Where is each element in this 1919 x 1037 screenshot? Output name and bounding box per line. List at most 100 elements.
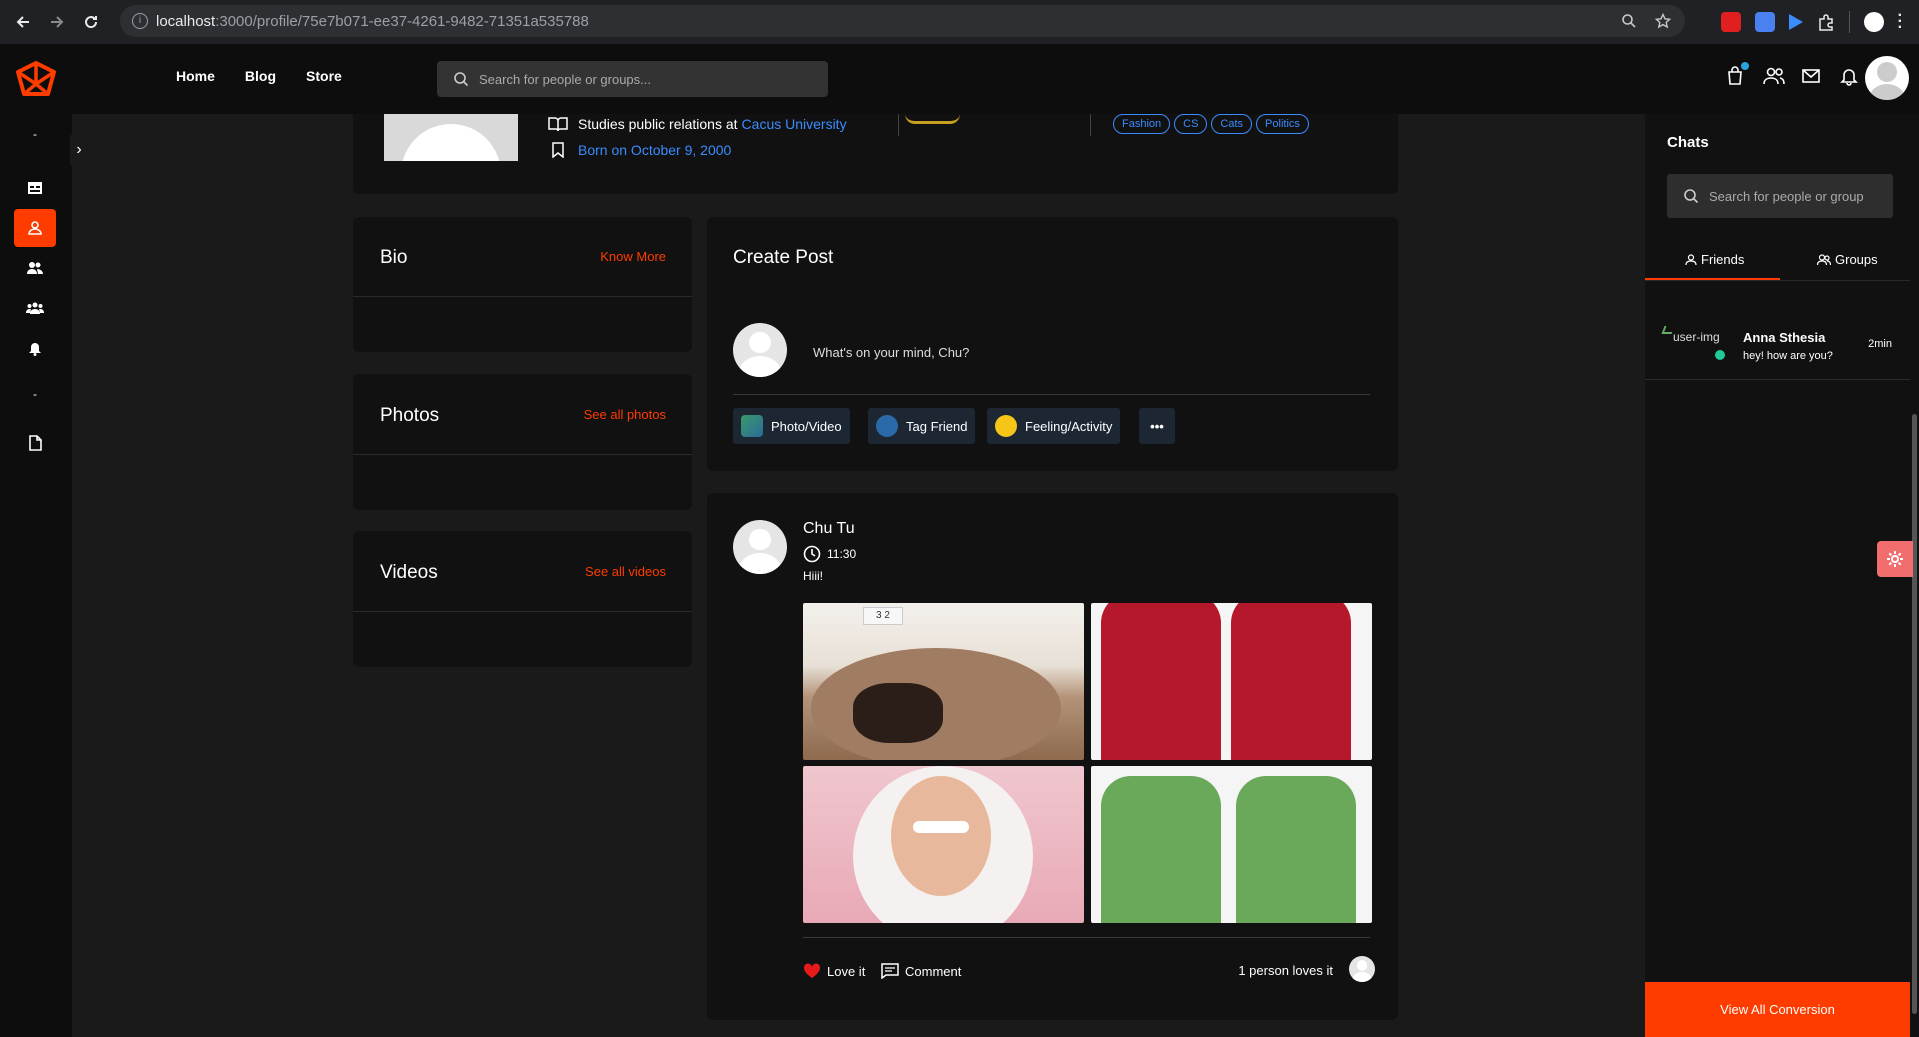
tabs-divider bbox=[1645, 280, 1910, 281]
sidebar-item-newsfeed[interactable] bbox=[14, 169, 56, 207]
app-logo-icon[interactable] bbox=[14, 60, 58, 100]
play-extension-icon[interactable] bbox=[1788, 14, 1803, 30]
love-label: Love it bbox=[827, 963, 866, 979]
chat-last-message: hey! how are you? bbox=[1743, 350, 1833, 362]
comment-label: Comment bbox=[905, 963, 962, 979]
top-nav: Home Blog Store bbox=[176, 68, 342, 84]
school-link[interactable]: Cacus University bbox=[742, 116, 847, 132]
photos-card: Photos See all photos bbox=[353, 374, 692, 510]
search-icon bbox=[1684, 189, 1699, 204]
study-prefix: Studies public relations at bbox=[578, 116, 738, 132]
post-author-name[interactable]: Chu Tu bbox=[803, 520, 855, 538]
more-options-icon[interactable]: ••• bbox=[1139, 408, 1175, 444]
zoom-icon[interactable] bbox=[1621, 13, 1637, 29]
feeling-activity-label: Feeling/Activity bbox=[1025, 418, 1113, 434]
toolbar-divider bbox=[1848, 11, 1850, 33]
extensions-puzzle-icon[interactable] bbox=[1817, 13, 1835, 31]
reload-icon[interactable] bbox=[76, 7, 106, 37]
videos-card: Videos See all videos bbox=[353, 531, 692, 667]
tag-politics[interactable]: Politics bbox=[1256, 114, 1309, 134]
photo-video-label: Photo/Video bbox=[771, 418, 842, 434]
sidebar-toggle-chevron-icon[interactable]: › bbox=[70, 135, 88, 165]
friends-list-icon bbox=[27, 262, 43, 274]
chat-search-placeholder: Search for people or group bbox=[1709, 188, 1864, 204]
divider bbox=[1090, 114, 1091, 136]
post-time-text: 11:30 bbox=[827, 547, 857, 561]
post-card: Chu Tu 11:30 Hiii! 3 2 Love it Comment 1… bbox=[707, 493, 1398, 1020]
site-info-icon[interactable]: i bbox=[132, 13, 148, 29]
tag-fashion[interactable]: Fashion bbox=[1113, 114, 1171, 134]
header-search-input[interactable]: Search for people or groups... bbox=[437, 61, 828, 97]
chat-list-item[interactable]: user-img Anna Sthesia hey! how are you? … bbox=[1645, 310, 1910, 380]
youtube-extension-icon[interactable] bbox=[1720, 12, 1741, 32]
newsfeed-icon bbox=[28, 182, 42, 194]
post-image-green-hoodies[interactable] bbox=[1091, 766, 1372, 923]
shopping-bag-icon[interactable] bbox=[1725, 61, 1750, 86]
back-icon[interactable] bbox=[8, 7, 38, 37]
love-button[interactable]: Love it bbox=[803, 963, 865, 979]
tag-friend-label: Tag Friend bbox=[906, 418, 968, 434]
friends-icon[interactable] bbox=[1763, 66, 1785, 86]
tab-groups[interactable]: Groups bbox=[1817, 252, 1878, 267]
profile-info-card: Studies public relations at Cacus Univer… bbox=[353, 114, 1398, 194]
notification-bell-icon bbox=[29, 343, 41, 356]
sidebar-item-friends[interactable] bbox=[14, 249, 56, 287]
tab-friends[interactable]: Friends bbox=[1685, 252, 1744, 267]
divider bbox=[898, 114, 899, 136]
post-composer-input[interactable]: What's on your mind, Chu? bbox=[813, 345, 969, 360]
tab-groups-label: Groups bbox=[1835, 252, 1878, 267]
sidebar-item-notifications[interactable] bbox=[14, 329, 56, 367]
tab-friends-label: Friends bbox=[1701, 252, 1745, 267]
tag-cats[interactable]: Cats bbox=[1211, 114, 1253, 134]
see-all-photos-link[interactable]: See all photos bbox=[584, 407, 666, 422]
cart-badge bbox=[1740, 61, 1750, 71]
videos-title: Videos bbox=[380, 562, 438, 583]
sidebar-dash-2: - bbox=[33, 387, 37, 401]
user-avatar[interactable] bbox=[1865, 56, 1909, 100]
url-path: :3000/profile/75e7b071-ee37-4261-9482-71… bbox=[215, 12, 589, 30]
bio-title: Bio bbox=[380, 247, 408, 268]
heart-icon bbox=[803, 963, 821, 978]
loves-count[interactable]: 1 person loves it bbox=[1238, 963, 1333, 978]
birthday-text: Born on October 9, 2000 bbox=[578, 142, 732, 158]
nav-home[interactable]: Home bbox=[176, 68, 215, 84]
forward-icon[interactable] bbox=[42, 7, 72, 37]
url-host: localhost bbox=[156, 12, 216, 30]
friend-tab-icon bbox=[1685, 253, 1697, 265]
settings-gear-icon[interactable] bbox=[1877, 541, 1913, 577]
study-info: Studies public relations at Cacus Univer… bbox=[548, 116, 847, 132]
book-icon bbox=[548, 117, 568, 132]
bookmark-star-icon[interactable] bbox=[1655, 13, 1671, 29]
sidebar-item-groups[interactable] bbox=[14, 289, 56, 327]
liker-avatar[interactable] bbox=[1349, 956, 1375, 982]
post-image-red-hoodies[interactable] bbox=[1091, 603, 1372, 760]
composer-avatar bbox=[733, 323, 787, 377]
tag-cs[interactable]: CS bbox=[1174, 114, 1208, 134]
profile-avatar-icon[interactable] bbox=[1863, 12, 1884, 32]
feeling-activity-button[interactable]: Feeling/Activity bbox=[987, 408, 1121, 444]
document-icon bbox=[29, 435, 42, 451]
know-more-link[interactable]: Know More bbox=[600, 249, 666, 264]
address-bar[interactable]: i localhost:3000/profile/75e7b071-ee37-4… bbox=[120, 5, 1685, 37]
nav-store[interactable]: Store bbox=[306, 68, 342, 84]
sidebar-item-documents[interactable] bbox=[14, 424, 56, 462]
chat-user-name: Anna Sthesia bbox=[1743, 330, 1826, 345]
post-image-pink-hoodie[interactable] bbox=[803, 766, 1084, 923]
see-all-videos-link[interactable]: See all videos bbox=[585, 564, 666, 579]
post-image-dog-bed[interactable]: 3 2 bbox=[803, 603, 1084, 760]
tag-friend-button[interactable]: Tag Friend bbox=[868, 408, 976, 444]
bell-icon[interactable] bbox=[1839, 66, 1859, 86]
photo-video-button[interactable]: Photo/Video bbox=[733, 408, 850, 444]
sidebar-item-profile[interactable] bbox=[14, 209, 56, 247]
nav-blog[interactable]: Blog bbox=[245, 68, 276, 84]
header-search-placeholder: Search for people or groups... bbox=[479, 71, 651, 87]
post-author-avatar[interactable] bbox=[733, 520, 787, 574]
view-all-conversations-button[interactable]: View All Conversion bbox=[1645, 982, 1910, 1037]
chat-search-input[interactable]: Search for people or group bbox=[1667, 174, 1893, 218]
scrollbar-thumb[interactable] bbox=[1912, 414, 1917, 1014]
translate-extension-icon[interactable] bbox=[1754, 12, 1775, 32]
comment-button[interactable]: Comment bbox=[881, 963, 961, 979]
mail-icon[interactable] bbox=[1801, 66, 1821, 86]
menu-dots-icon[interactable]: · · · bbox=[1898, 8, 1903, 36]
browser-toolbar: i localhost:3000/profile/75e7b071-ee37-4… bbox=[0, 0, 1919, 44]
